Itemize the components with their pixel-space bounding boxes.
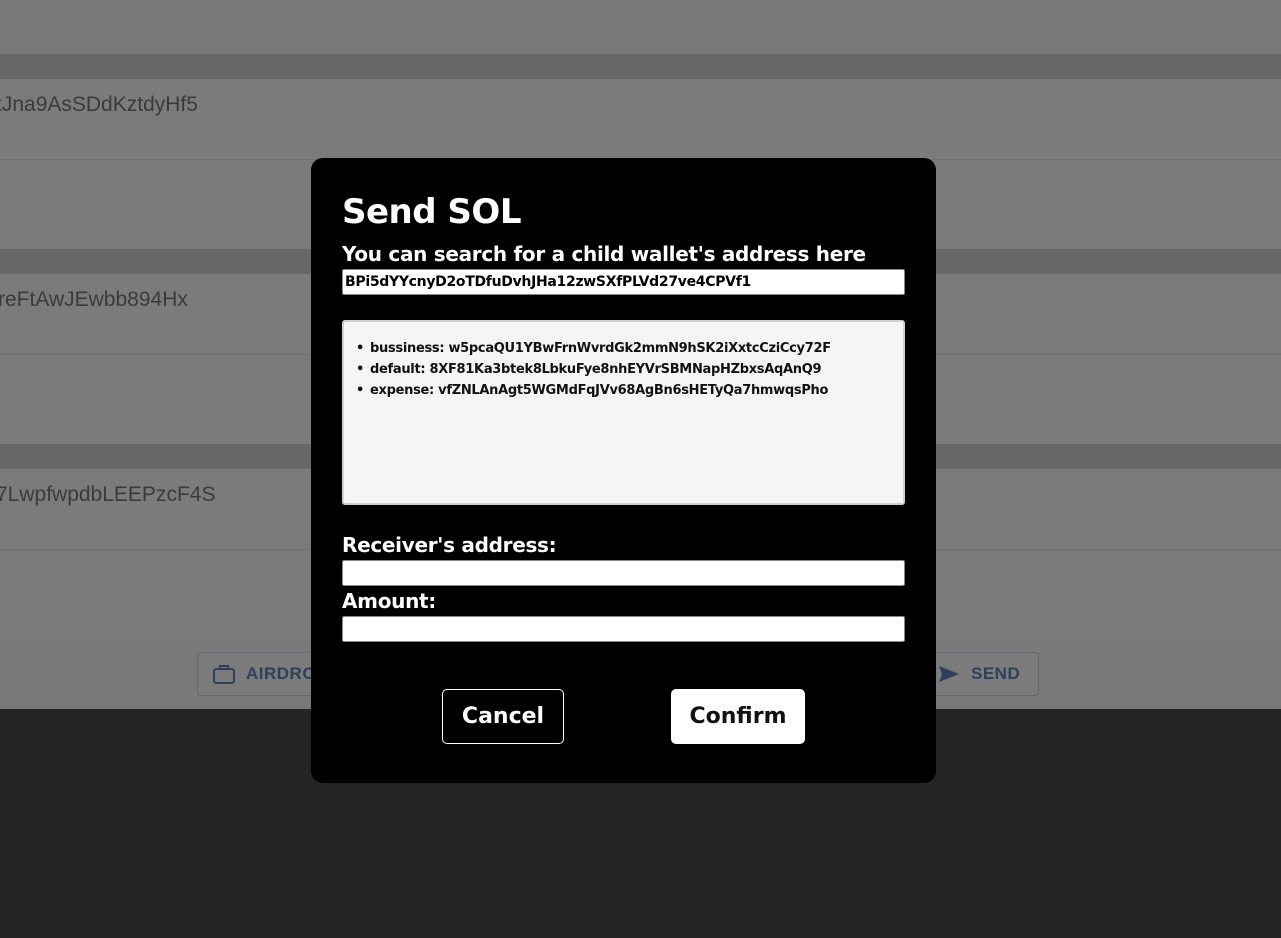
receiver-address-label: Receiver's address: bbox=[342, 533, 557, 557]
wallet-list-item[interactable]: • bussiness: w5pcaQU1YBwFrnWvrdGk2mmN9hSK… bbox=[356, 338, 903, 359]
receiver-address-input[interactable] bbox=[342, 560, 905, 586]
wallet-list-item[interactable]: • expense: vfZNLAnAgt5WGMdFqJVv68AgBn6sHE… bbox=[356, 380, 903, 401]
wallet-entry-text: bussiness: w5pcaQU1YBwFrnWvrdGk2mmN9hSK2… bbox=[370, 341, 831, 356]
wallet-search-input[interactable] bbox=[342, 269, 905, 295]
search-label: You can search for a child wallet's addr… bbox=[342, 242, 866, 266]
cancel-button[interactable]: Cancel bbox=[442, 689, 564, 744]
child-wallet-list-box: • bussiness: w5pcaQU1YBwFrnWvrdGk2mmN9hSK… bbox=[342, 320, 905, 505]
modal-title: Send SOL bbox=[342, 192, 521, 232]
amount-input[interactable] bbox=[342, 616, 905, 642]
wallet-list-item[interactable]: • default: 8XF81Ka3btek8LbkuFye8nhEYVrSBM… bbox=[356, 359, 903, 380]
confirm-button[interactable]: Confirm bbox=[671, 689, 805, 744]
wallet-entry-text: default: 8XF81Ka3btek8LbkuFye8nhEYVrSBMN… bbox=[370, 362, 822, 377]
send-sol-modal: Send SOL You can search for a child wall… bbox=[311, 158, 936, 783]
wallet-entry-text: expense: vfZNLAnAgt5WGMdFqJVv68AgBn6sHET… bbox=[370, 383, 829, 398]
child-wallet-list: • bussiness: w5pcaQU1YBwFrnWvrdGk2mmN9hSK… bbox=[356, 338, 903, 401]
amount-label: Amount: bbox=[342, 589, 436, 613]
